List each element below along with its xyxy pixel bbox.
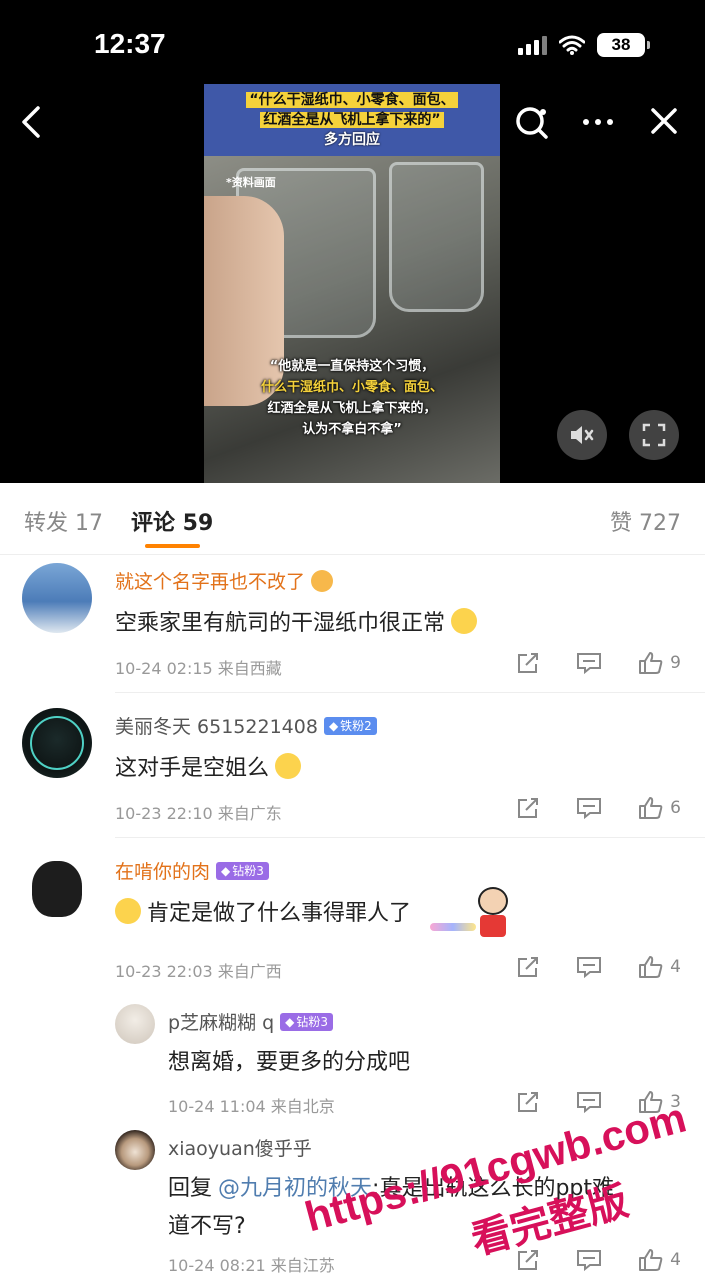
like-button[interactable]: 4	[638, 955, 681, 979]
share-icon[interactable]	[516, 1090, 540, 1114]
comment-meta: 10-24 02:15 来自西藏	[115, 659, 282, 678]
avatar[interactable]	[22, 563, 92, 633]
active-tab-indicator	[145, 544, 200, 548]
comment-actions: 9	[480, 651, 681, 675]
share-icon[interactable]	[516, 796, 540, 820]
video-tag: *资料画面	[226, 176, 276, 189]
reply-icon[interactable]	[576, 1090, 602, 1114]
comment-text: 空乘家里有航司的干湿纸巾很正常	[115, 605, 478, 637]
fan-badge: ◆ 钻粉3	[280, 1012, 334, 1031]
status-bar: 12:37 38	[0, 0, 705, 84]
reply-icon[interactable]	[576, 1248, 602, 1272]
status-icons: 38	[518, 33, 650, 57]
video-title-line-1: “什么干湿纸巾、小零食、面包、	[246, 92, 458, 108]
comment-meta: 10-23 22:10 来自广东	[115, 804, 282, 823]
comment-text: 这对手是空姐么	[115, 750, 302, 782]
avatar[interactable]	[115, 1004, 155, 1044]
top-nav-actions	[513, 100, 683, 144]
close-icon[interactable]	[645, 100, 683, 144]
reply-author[interactable]: p芝麻糊糊 q ◆ 钻粉3	[168, 1008, 334, 1035]
reply-author[interactable]: xiaoyuan傻乎乎	[168, 1134, 312, 1161]
video-title-line-3: 多方回应	[324, 132, 380, 148]
reply-text: 想离婚，要更多的分成吧	[168, 1050, 411, 1075]
signal-icon	[518, 35, 547, 55]
thinking-emoji-icon	[115, 898, 141, 924]
video-title: “什么干湿纸巾、小零食、面包、 红酒全是从飞机上拿下来的” 多方回应	[214, 90, 490, 150]
comment-text: 肯定是做了什么事得罪人了	[115, 895, 411, 927]
comment-author[interactable]: 在啃你的肉 ◆ 钻粉3	[115, 857, 269, 884]
tab-repost[interactable]: 转发 17	[24, 505, 103, 537]
video-frame[interactable]: “什么干湿纸巾、小零食、面包、 红酒全是从飞机上拿下来的” 多方回应 *资料画面…	[204, 84, 500, 483]
comment-meta: 10-23 22:03 来自广西	[115, 962, 282, 981]
avatar-cat-shape	[32, 861, 82, 917]
like-count: 6	[670, 798, 681, 818]
fullscreen-button[interactable]	[629, 410, 679, 460]
fan-badge: ◆ 铁粉2	[323, 716, 377, 735]
dizzy-emoji-icon	[451, 608, 478, 634]
reply-icon[interactable]	[576, 955, 602, 979]
caption-line-3: 红酒全是从飞机上拿下来的，	[267, 401, 437, 416]
share-icon[interactable]	[516, 651, 540, 675]
screen: 12:37 38 “什么干湿纸巾、小零食、面包、 红酒全是从飞机上拿下来的” 多…	[0, 0, 705, 1280]
battery-icon: 38	[597, 33, 650, 57]
back-icon[interactable]	[14, 100, 50, 144]
avatar[interactable]	[22, 708, 92, 778]
divider	[115, 692, 705, 693]
comment-item: 就这个名字再也不改了 空乘家里有航司的干湿纸巾很正常 10-24 02:15 来…	[0, 555, 705, 695]
search-icon[interactable]	[513, 100, 551, 144]
caption-line-2: 什么干湿纸巾、小零食、面包、	[260, 380, 443, 395]
like-button[interactable]: 6	[638, 796, 681, 820]
glass-shape	[389, 162, 484, 312]
reply-meta: 10-24 08:21 来自江苏	[168, 1256, 335, 1275]
tab-bar: 转发 17 评论 59 赞 727	[0, 483, 705, 555]
like-button[interactable]: 9	[638, 651, 681, 675]
tab-comments[interactable]: 评论 59	[131, 505, 213, 537]
avatar[interactable]	[22, 853, 92, 923]
cartoon-sticker-icon	[430, 887, 510, 943]
fan-badge: ◆ 钻粉3	[216, 861, 269, 880]
video-image: *资料画面 “他就是一直保持这个习惯， 什么干湿纸巾、小零食、面包、 红酒全是从…	[204, 156, 500, 483]
status-time: 12:37	[94, 28, 166, 59]
like-count: 4	[670, 957, 681, 977]
reply-meta: 10-24 11:04 来自北京	[168, 1097, 335, 1116]
comment-author[interactable]: 就这个名字再也不改了	[115, 567, 334, 594]
comment-actions: 6	[480, 796, 681, 820]
reply-item: p芝麻糊糊 q ◆ 钻粉3 想离婚，要更多的分成吧 10-24 11:04 来自北…	[0, 1000, 705, 1125]
comment-author[interactable]: 美丽冬天 6515221408 ◆ 铁粉2	[115, 712, 377, 739]
comment-item: 美丽冬天 6515221408 ◆ 铁粉2 这对手是空姐么 10-23 22:10…	[0, 700, 705, 840]
thinking-emoji-icon	[275, 753, 302, 779]
avatar-ring	[30, 716, 84, 770]
caption-line-1: “他就是一直保持这个习惯，	[269, 359, 435, 374]
video-header: 12:37 38 “什么干湿纸巾、小零食、面包、 红酒全是从飞机上拿下来的” 多…	[0, 0, 705, 483]
reply-icon[interactable]	[576, 796, 602, 820]
video-caption: “他就是一直保持这个习惯， 什么干湿纸巾、小零食、面包、 红酒全是从飞机上拿下来…	[238, 356, 466, 440]
divider	[115, 837, 705, 838]
like-count: 4	[670, 1250, 681, 1270]
comment-actions: 4	[480, 955, 681, 979]
wifi-icon	[559, 35, 585, 55]
video-title-line-2: 红酒全是从飞机上拿下来的”	[260, 112, 444, 128]
mute-button[interactable]	[557, 410, 607, 460]
reply-icon[interactable]	[576, 651, 602, 675]
reply-text-line-2: 道不写?	[168, 1214, 246, 1239]
tab-likes[interactable]: 赞 727	[610, 505, 681, 537]
comment-item: 在啃你的肉 ◆ 钻粉3 肯定是做了什么事得罪人了 10-23 22:03 来自广西…	[0, 845, 705, 995]
more-icon[interactable]	[579, 100, 617, 144]
like-count: 9	[670, 653, 681, 673]
like-button[interactable]: 4	[638, 1248, 681, 1272]
video-title-banner: “什么干湿纸巾、小零食、面包、 红酒全是从飞机上拿下来的” 多方回应	[204, 84, 500, 156]
avatar[interactable]	[115, 1130, 155, 1170]
caption-line-4: 认为不拿白不拿”	[302, 422, 402, 437]
crown-emoji-icon	[311, 569, 334, 592]
share-icon[interactable]	[516, 955, 540, 979]
